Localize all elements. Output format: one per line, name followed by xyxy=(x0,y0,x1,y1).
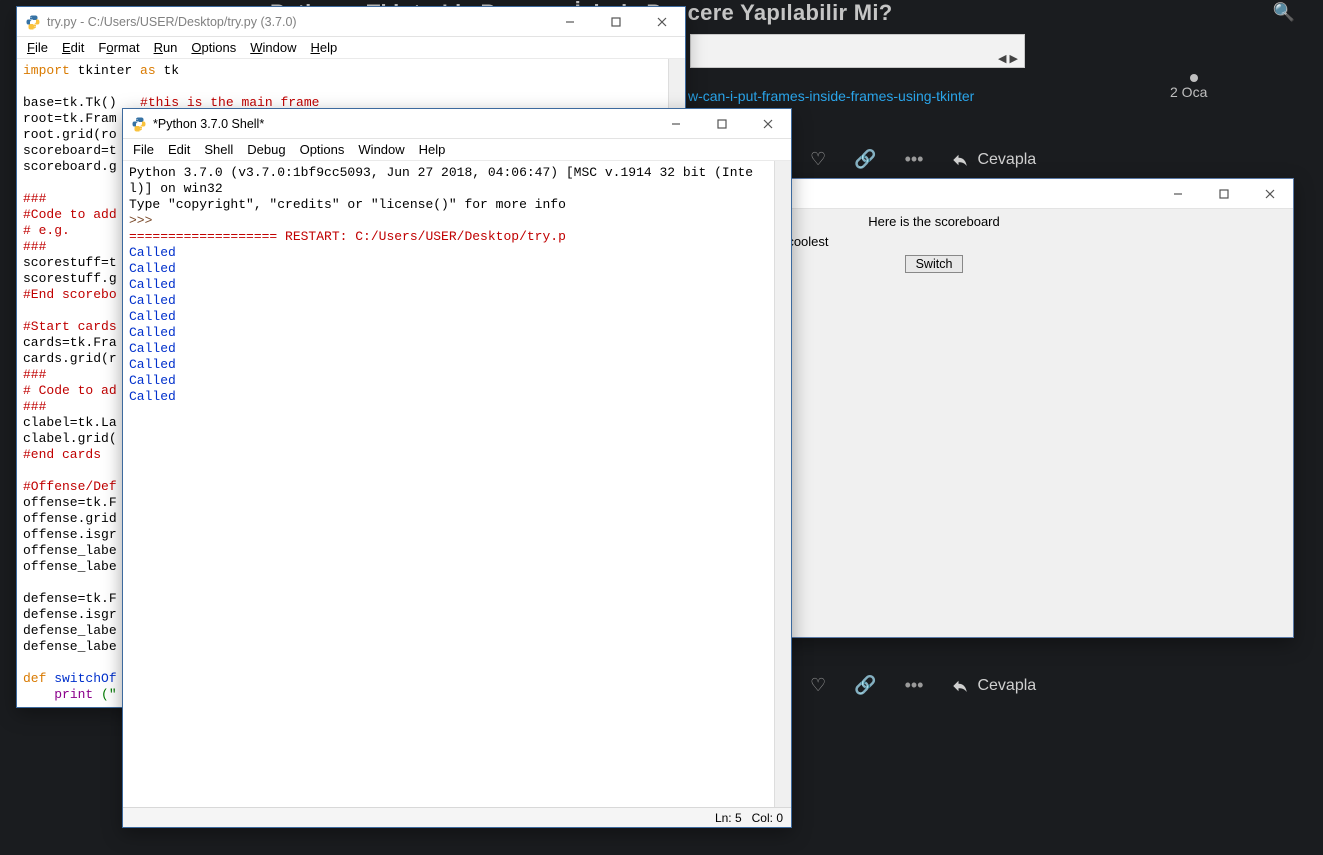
reply-label: Cevapla xyxy=(977,151,1036,169)
reply-button[interactable]: Cevapla xyxy=(951,151,1036,169)
window-buttons xyxy=(653,109,791,138)
window-title: try.py - C:/Users/USER/Desktop/try.py (3… xyxy=(47,15,547,29)
menu-shell[interactable]: Shell xyxy=(204,142,233,157)
reply-button[interactable]: Cevapla xyxy=(951,677,1036,695)
status-col: Col: 0 xyxy=(752,811,783,825)
close-button[interactable] xyxy=(745,109,791,138)
search-icon[interactable]: 🔍 xyxy=(1273,2,1295,23)
maximize-button[interactable] xyxy=(593,7,639,36)
window-buttons xyxy=(547,7,685,36)
horizontal-scrollbar[interactable]: ◀ ▶ xyxy=(690,34,1025,68)
scroll-arrow-icon[interactable]: ◀ ▶ xyxy=(998,52,1018,65)
forum-link[interactable]: w-can-i-put-frames-inside-frames-using-t… xyxy=(688,88,974,104)
menu-debug[interactable]: Debug xyxy=(247,142,285,157)
timeline-dot-icon xyxy=(1190,74,1198,82)
menu-run[interactable]: Run xyxy=(154,40,178,55)
close-button[interactable] xyxy=(1247,179,1293,208)
python-icon xyxy=(25,14,41,30)
switch-button[interactable]: Switch xyxy=(905,255,964,273)
post-actions: ♡ 🔗 ••• Cevapla xyxy=(810,149,1036,170)
menu-format[interactable]: Format xyxy=(98,40,139,55)
menubar: File Edit Format Run Options Window Help xyxy=(17,37,685,59)
idle-shell-window[interactable]: *Python 3.7.0 Shell* File Edit Shell Deb… xyxy=(122,108,792,828)
status-line: Ln: 5 xyxy=(715,811,742,825)
more-icon[interactable]: ••• xyxy=(905,149,924,170)
menu-edit[interactable]: Edit xyxy=(168,142,190,157)
statusbar: Ln: 5 Col: 0 xyxy=(123,807,791,827)
menubar: File Edit Shell Debug Options Window Hel… xyxy=(123,139,791,161)
forum-date: 2 Oca xyxy=(1170,84,1207,100)
reply-label: Cevapla xyxy=(977,677,1036,695)
menu-window[interactable]: Window xyxy=(250,40,296,55)
menu-help[interactable]: Help xyxy=(311,40,338,55)
menu-help[interactable]: Help xyxy=(419,142,446,157)
menu-file[interactable]: File xyxy=(133,142,154,157)
menu-file[interactable]: File xyxy=(27,40,48,55)
window-title: *Python 3.7.0 Shell* xyxy=(153,117,653,131)
minimize-button[interactable] xyxy=(653,109,699,138)
menu-edit[interactable]: Edit xyxy=(62,40,84,55)
heart-icon[interactable]: ♡ xyxy=(810,149,826,170)
link-icon[interactable]: 🔗 xyxy=(854,149,876,170)
maximize-button[interactable] xyxy=(1201,179,1247,208)
menu-window[interactable]: Window xyxy=(358,142,404,157)
post-actions: ♡ 🔗 ••• Cevapla xyxy=(810,675,1036,696)
minimize-button[interactable] xyxy=(1155,179,1201,208)
shell-output[interactable]: Python 3.7.0 (v3.7.0:1bf9cc5093, Jun 27 … xyxy=(123,161,791,807)
titlebar[interactable]: *Python 3.7.0 Shell* xyxy=(123,109,791,139)
more-icon[interactable]: ••• xyxy=(905,675,924,696)
vertical-scrollbar[interactable] xyxy=(774,161,791,807)
close-button[interactable] xyxy=(639,7,685,36)
maximize-button[interactable] xyxy=(699,109,745,138)
menu-options[interactable]: Options xyxy=(191,40,236,55)
link-icon[interactable]: 🔗 xyxy=(854,675,876,696)
menu-options[interactable]: Options xyxy=(300,142,345,157)
heart-icon[interactable]: ♡ xyxy=(810,675,826,696)
python-icon xyxy=(131,116,147,132)
minimize-button[interactable] xyxy=(547,7,593,36)
titlebar[interactable]: try.py - C:/Users/USER/Desktop/try.py (3… xyxy=(17,7,685,37)
window-buttons xyxy=(1155,179,1293,208)
